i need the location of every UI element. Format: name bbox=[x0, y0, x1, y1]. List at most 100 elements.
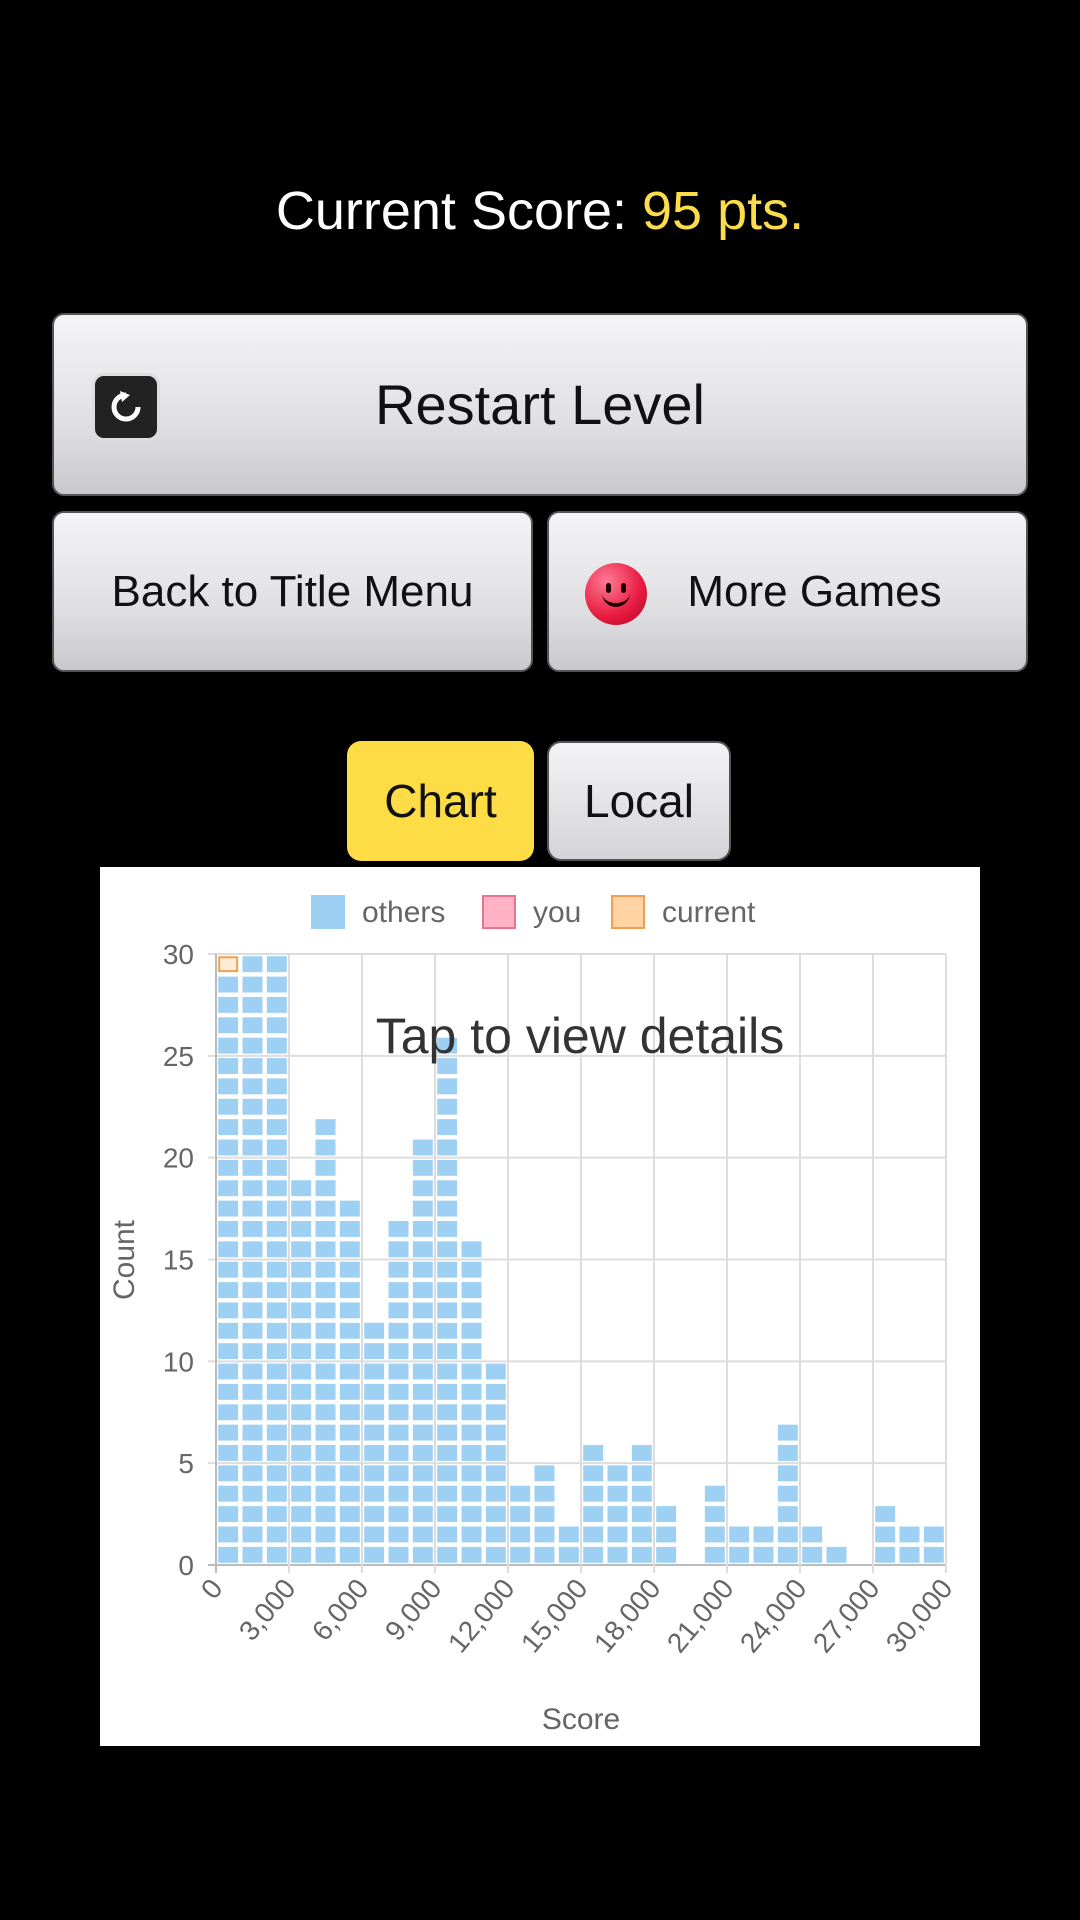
bar-cell-others bbox=[777, 1546, 798, 1563]
bar-cell-others bbox=[388, 1221, 409, 1237]
bar-cell-others bbox=[875, 1546, 896, 1563]
bar-cell-others bbox=[412, 1241, 433, 1258]
bar-cell-others bbox=[242, 1058, 263, 1074]
bar-cell-others bbox=[437, 1221, 458, 1237]
bar-cell-others bbox=[412, 1221, 433, 1237]
bar-cell-others bbox=[364, 1424, 385, 1441]
x-tick-label: 21,000 bbox=[661, 1573, 740, 1659]
bar-cell-others bbox=[218, 1159, 239, 1176]
x-tick-label: 9,000 bbox=[379, 1573, 448, 1647]
bar-cell-others bbox=[266, 1404, 287, 1421]
x-tick-label: 12,000 bbox=[442, 1573, 521, 1659]
bar-cell-others bbox=[218, 1506, 239, 1523]
back-to-title-button[interactable]: Back to Title Menu bbox=[52, 511, 533, 672]
bar-cell-others bbox=[412, 1159, 433, 1176]
bar-cell-others bbox=[607, 1526, 628, 1543]
bar-cell-others bbox=[607, 1485, 628, 1502]
bar-cell-others bbox=[218, 1058, 239, 1074]
bar-cell-others bbox=[388, 1506, 409, 1523]
bar-cell-others bbox=[315, 1546, 336, 1563]
bar-cell-others bbox=[242, 1119, 263, 1136]
bar-cell-others bbox=[266, 1078, 287, 1095]
x-tick-label: 3,000 bbox=[233, 1573, 302, 1647]
bar-cell-others bbox=[704, 1526, 725, 1543]
bar-cell-others bbox=[315, 1221, 336, 1237]
bar-cell-others bbox=[242, 1078, 263, 1095]
bar-cell-others bbox=[923, 1526, 944, 1543]
bar-cell-others bbox=[218, 1526, 239, 1543]
bar-cell-others bbox=[899, 1546, 920, 1563]
bar-cell-others bbox=[534, 1465, 555, 1482]
bar-cell-others bbox=[485, 1424, 506, 1441]
bar-cell-others bbox=[218, 1322, 239, 1339]
bar-cell-others bbox=[437, 1180, 458, 1197]
bar-cell-others bbox=[242, 1221, 263, 1237]
x-tick-label: 0 bbox=[195, 1573, 229, 1605]
bar-cell-others bbox=[242, 1322, 263, 1339]
bar-cell-others bbox=[242, 1465, 263, 1482]
bar-cell-others bbox=[412, 1200, 433, 1217]
bar-cell-others bbox=[485, 1546, 506, 1563]
bar-cell-others bbox=[339, 1221, 360, 1237]
bar-cell-others bbox=[266, 1506, 287, 1523]
bar-cell-others bbox=[315, 1139, 336, 1156]
bar-cell-others bbox=[315, 1424, 336, 1441]
bar-cell-others bbox=[704, 1506, 725, 1523]
bar-cell-others bbox=[291, 1363, 312, 1380]
bar-cell-others bbox=[802, 1526, 823, 1543]
bar-cell-others bbox=[266, 1445, 287, 1461]
bar-cell-others bbox=[218, 1282, 239, 1298]
bar-cell-others bbox=[510, 1546, 531, 1563]
bar-cell-others bbox=[266, 1058, 287, 1074]
bar-cell-others bbox=[339, 1485, 360, 1502]
bar-cell-others bbox=[315, 1363, 336, 1380]
bar-cell-others bbox=[315, 1465, 336, 1482]
bar-cell-others bbox=[266, 1424, 287, 1441]
more-games-button[interactable]: More Games bbox=[547, 511, 1028, 672]
legend-label-you: you bbox=[533, 896, 581, 929]
bar-cell-others bbox=[412, 1180, 433, 1197]
bar-cell-others bbox=[461, 1546, 482, 1563]
bar-cell-others bbox=[339, 1343, 360, 1360]
restart-icon bbox=[92, 373, 160, 441]
bar-cell-others bbox=[291, 1383, 312, 1400]
bar-cell-others bbox=[412, 1261, 433, 1278]
bar-cell-others bbox=[266, 1282, 287, 1298]
bar-cell-others bbox=[242, 1200, 263, 1217]
bar-cell-others bbox=[583, 1485, 604, 1502]
bar-cell-others bbox=[315, 1200, 336, 1217]
bar-cell-others bbox=[291, 1180, 312, 1197]
bar-cell-others bbox=[364, 1526, 385, 1543]
bar-cell-others bbox=[461, 1485, 482, 1502]
bar-cell-others bbox=[266, 956, 287, 973]
score-histogram-chart[interactable]: 0 5 10 15 20 25 30 0 3,000 6,000 9,000 12,000 15,000… bbox=[100, 867, 980, 1746]
current-score: Current Score: 95 pts. bbox=[0, 180, 1080, 242]
bar-cell-others bbox=[412, 1465, 433, 1482]
bar-cell-others bbox=[753, 1526, 774, 1543]
bar-cell-others bbox=[461, 1526, 482, 1543]
bar-cell-others bbox=[218, 1221, 239, 1237]
bar-cell-others bbox=[388, 1445, 409, 1461]
tab-chart[interactable]: Chart bbox=[347, 741, 534, 861]
bar-cell-others bbox=[510, 1526, 531, 1543]
bar-cell-others bbox=[510, 1506, 531, 1523]
bar-cell-others bbox=[412, 1282, 433, 1298]
tab-local[interactable]: Local bbox=[547, 741, 731, 861]
bar-cell-others bbox=[631, 1465, 652, 1482]
legend-swatch-you bbox=[482, 895, 516, 929]
bar-cell-others bbox=[437, 1241, 458, 1258]
bar-cell-others bbox=[339, 1282, 360, 1298]
bar-cell-others bbox=[266, 1159, 287, 1176]
bar-cell-others bbox=[218, 1119, 239, 1136]
bar-cell-others bbox=[315, 1526, 336, 1543]
bar-cell-others bbox=[266, 1180, 287, 1197]
bar-cell-others bbox=[218, 1302, 239, 1319]
bar-cell-others bbox=[558, 1546, 579, 1563]
bar-cell-others bbox=[315, 1302, 336, 1319]
bar-cell-others bbox=[339, 1322, 360, 1339]
bar-cell-others bbox=[291, 1322, 312, 1339]
restart-level-button[interactable]: Restart Level bbox=[52, 313, 1028, 496]
bar-cell-others bbox=[485, 1465, 506, 1482]
bar-cell-others bbox=[485, 1445, 506, 1461]
bar-cell-others bbox=[412, 1383, 433, 1400]
